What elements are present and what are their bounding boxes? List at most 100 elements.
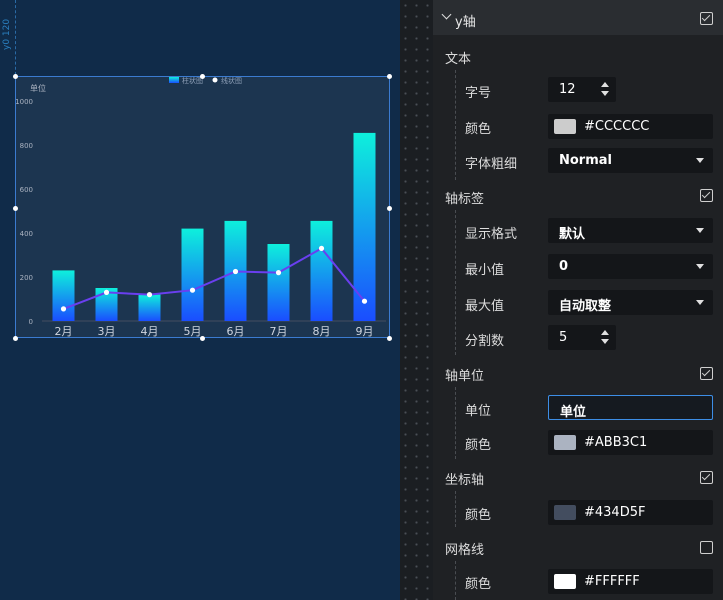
chart-widget[interactable]: 柱状图 线状图 单位 0 200 400 600 800 1000 2月 3月 4月 5月 6月 7月 8…: [15, 76, 390, 338]
bar: [310, 220, 333, 321]
format-value: 默认: [559, 227, 586, 242]
yaxis-section-header[interactable]: y轴: [433, 0, 723, 35]
split-value: 5: [559, 330, 568, 345]
resize-handle-bl[interactable]: [13, 336, 18, 341]
ruler-guide: [15, 0, 16, 80]
legend-line-marker: [212, 77, 218, 83]
legend-label: 线状图: [221, 77, 242, 85]
grid-checkbox[interactable]: [700, 541, 713, 554]
x-tick-label: 8月: [313, 325, 331, 338]
text-color-picker[interactable]: #CCCCCC: [548, 114, 713, 139]
grid-color-value: #FFFFFF: [584, 574, 640, 589]
font-size-value: 12: [559, 82, 576, 97]
axis-line-checkbox[interactable]: [700, 471, 713, 484]
resize-handle-mr[interactable]: [387, 206, 392, 211]
x-tick-label: 2月: [55, 325, 73, 338]
group-guide-line: [455, 561, 456, 600]
yaxis-enable-checkbox[interactable]: [700, 12, 713, 25]
section-title: y轴: [455, 15, 476, 30]
caret-down-icon: [696, 300, 704, 305]
y-tick-label: 200: [20, 274, 33, 282]
font-size-label: 字号: [465, 86, 492, 101]
x-tick-label: 6月: [227, 325, 245, 338]
y-tick-label: 1000: [16, 98, 33, 106]
font-weight-value: Normal: [559, 153, 612, 168]
unit-color-value: #ABB3C1: [584, 435, 648, 450]
text-color-value: #CCCCCC: [584, 119, 650, 134]
y-tick-label: 400: [20, 230, 33, 238]
resize-handle-tr[interactable]: [387, 74, 392, 79]
resize-handle-br[interactable]: [387, 336, 392, 341]
x-tick-label: 9月: [356, 325, 374, 338]
font-weight-select[interactable]: Normal: [548, 148, 713, 173]
format-select[interactable]: 默认: [548, 218, 713, 243]
caret-down-icon: [696, 228, 704, 233]
unit-input-value: 单位: [560, 405, 587, 420]
x-tick-label: 7月: [270, 325, 288, 338]
min-value: 0: [559, 259, 569, 274]
unit-input[interactable]: 单位: [548, 395, 713, 420]
line-point: [232, 268, 239, 275]
split-label: 分割数: [465, 334, 505, 349]
grid-color-label: 颜色: [465, 577, 492, 592]
grid-color-picker[interactable]: #FFFFFF: [548, 569, 713, 594]
resize-handle-tm[interactable]: [200, 74, 205, 79]
ruler-label: y0 120: [2, 18, 12, 50]
color-swatch[interactable]: [554, 574, 576, 589]
resize-handle-tl[interactable]: [13, 74, 18, 79]
unit-group-label: 轴单位: [445, 369, 485, 384]
y-tick-label: 0: [29, 318, 33, 326]
axis-line-group-label: 坐标轴: [445, 473, 485, 488]
caret-down-icon: [696, 264, 704, 269]
axis-color-picker[interactable]: #434D5F: [548, 500, 713, 525]
axis-label-group-label: 轴标签: [445, 192, 485, 207]
font-weight-label: 字体粗细: [465, 157, 518, 172]
stepper-arrows-icon[interactable]: [601, 330, 609, 344]
unit-checkbox[interactable]: [700, 367, 713, 380]
group-guide-line: [455, 70, 456, 180]
color-swatch[interactable]: [554, 435, 576, 450]
max-label: 最大值: [465, 299, 505, 314]
unit-label: 单位: [465, 404, 492, 419]
chart-svg: 柱状图 线状图 单位 020040060080010002月 3月 4月 5月 6月 7月 8…: [15, 76, 386, 338]
max-select[interactable]: 自动取整: [548, 290, 713, 315]
stepper-arrows-icon[interactable]: [601, 82, 609, 96]
font-size-stepper[interactable]: 12: [548, 77, 616, 102]
line-point: [318, 245, 325, 251]
axis-color-label: 颜色: [465, 508, 492, 523]
line-point: [103, 289, 110, 295]
bar: [138, 294, 161, 321]
chart-unit-label: 单位: [30, 83, 46, 93]
bar: [52, 270, 75, 321]
min-select[interactable]: 0: [548, 254, 713, 279]
line-point: [361, 298, 368, 304]
group-guide-line: [455, 210, 456, 355]
resize-handle-ml[interactable]: [13, 206, 18, 211]
resize-handle-bm[interactable]: [200, 336, 205, 341]
y-tick-label: 600: [20, 186, 33, 194]
panel-resize-gutter[interactable]: [400, 0, 433, 600]
x-tick-label: 4月: [141, 325, 159, 338]
color-swatch[interactable]: [554, 119, 576, 134]
unit-color-label: 颜色: [465, 438, 492, 453]
line-point: [146, 292, 153, 298]
min-label: 最小值: [465, 263, 505, 278]
bar: [267, 244, 290, 321]
unit-color-picker[interactable]: #ABB3C1: [548, 430, 713, 455]
axis-label-checkbox[interactable]: [700, 189, 713, 202]
max-value: 自动取整: [559, 299, 612, 314]
axis-color-value: #434D5F: [584, 505, 646, 520]
split-stepper[interactable]: 5: [548, 325, 616, 350]
y-tick-label: 800: [20, 142, 33, 150]
legend-bar-marker: [169, 77, 179, 83]
properties-panel: y轴 文本 字号 12 颜色 #CCCCCC 字体粗细 Normal 轴标签 显…: [433, 0, 723, 600]
text-group-label: 文本: [445, 52, 472, 67]
line-point: [189, 287, 196, 293]
color-swatch[interactable]: [554, 505, 576, 520]
bar: [181, 228, 204, 321]
text-color-label: 颜色: [465, 122, 492, 137]
grid-group-label: 网格线: [445, 543, 485, 558]
x-tick-label: 3月: [98, 325, 116, 338]
chevron-down-icon[interactable]: [441, 9, 452, 20]
format-label: 显示格式: [465, 227, 518, 242]
